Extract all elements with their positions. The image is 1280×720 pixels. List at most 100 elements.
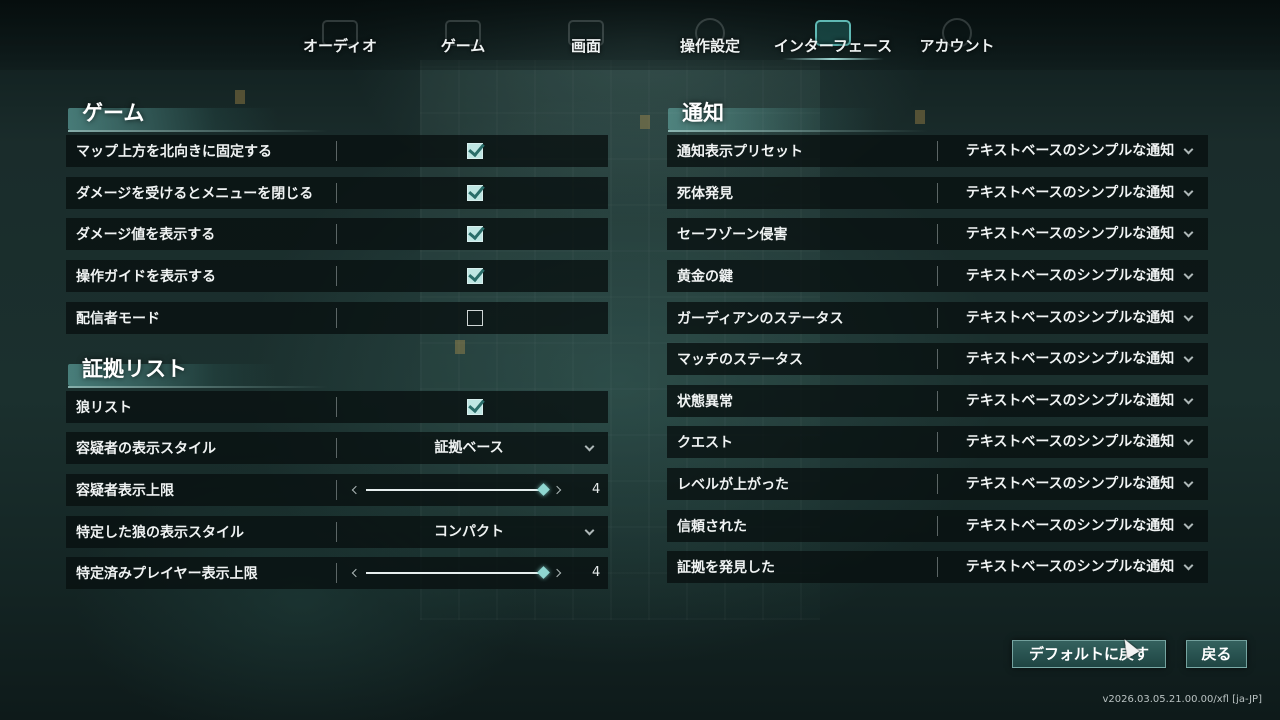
notification-row[interactable]: セーフゾーン侵害 テキストベースのシンプルな通知 bbox=[667, 218, 1208, 250]
chevron-down-icon[interactable] bbox=[1183, 269, 1194, 280]
back-button[interactable]: 戻る bbox=[1186, 640, 1247, 668]
setting-label: マッチのステータス bbox=[677, 352, 803, 368]
setting-label: レベルが上がった bbox=[677, 477, 789, 493]
divider bbox=[937, 474, 938, 494]
slider-thumb[interactable] bbox=[537, 483, 550, 496]
tab-game[interactable]: ゲーム bbox=[403, 0, 523, 64]
slider-thumb[interactable] bbox=[537, 566, 550, 579]
divider bbox=[336, 141, 337, 161]
dropdown-value[interactable]: テキストベースのシンプルな通知 bbox=[957, 468, 1183, 500]
dropdown-value[interactable]: テキストベースのシンプルな通知 bbox=[957, 260, 1183, 292]
setting-row[interactable]: 特定済みプレイヤー表示上限 4 bbox=[66, 557, 608, 589]
slider-track[interactable] bbox=[366, 489, 544, 491]
setting-label: ダメージを受けるとメニューを閉じる bbox=[76, 186, 314, 202]
checkbox[interactable] bbox=[467, 143, 483, 159]
chevron-down-icon[interactable] bbox=[1183, 144, 1194, 155]
setting-row[interactable]: ダメージ値を表示する bbox=[66, 218, 608, 250]
setting-label: 操作ガイドを表示する bbox=[76, 269, 216, 285]
setting-row[interactable]: 操作ガイドを表示する bbox=[66, 260, 608, 292]
chevron-down-icon[interactable] bbox=[1183, 477, 1194, 488]
dropdown-value[interactable]: テキストベースのシンプルな通知 bbox=[957, 426, 1183, 458]
setting-label: 特定した狼の表示スタイル bbox=[76, 525, 244, 541]
background-window bbox=[640, 115, 650, 129]
setting-label: 狼リスト bbox=[76, 400, 132, 416]
divider bbox=[937, 432, 938, 452]
chevron-left-icon[interactable] bbox=[351, 485, 361, 495]
chevron-right-icon[interactable] bbox=[552, 485, 562, 495]
setting-label: 証拠を発見した bbox=[677, 560, 775, 576]
chevron-down-icon[interactable] bbox=[584, 525, 595, 536]
slider-value: 4 bbox=[592, 565, 601, 580]
chevron-left-icon[interactable] bbox=[351, 568, 361, 578]
dropdown-value[interactable]: テキストベースのシンプルな通知 bbox=[957, 218, 1183, 250]
checkbox[interactable] bbox=[467, 185, 483, 201]
dropdown-value[interactable]: テキストベースのシンプルな通知 bbox=[957, 510, 1183, 542]
setting-row[interactable]: 容疑者表示上限 4 bbox=[66, 474, 608, 506]
tab-label: ゲーム bbox=[440, 37, 486, 55]
setting-label: セーフゾーン侵害 bbox=[677, 227, 788, 243]
divider bbox=[336, 397, 337, 417]
tab-label: インターフェース bbox=[773, 37, 893, 55]
setting-row[interactable]: 配信者モード bbox=[66, 302, 608, 334]
notification-row[interactable]: 証拠を発見した テキストベースのシンプルな通知 bbox=[667, 551, 1208, 583]
notification-row[interactable]: 通知表示プリセット テキストベースのシンプルな通知 bbox=[667, 135, 1208, 167]
chevron-down-icon[interactable] bbox=[1183, 186, 1194, 197]
tab-label: アカウント bbox=[919, 37, 995, 55]
tab-display[interactable]: 画面 bbox=[526, 0, 646, 64]
setting-row[interactable]: 狼リスト bbox=[66, 391, 608, 423]
chevron-down-icon[interactable] bbox=[1183, 227, 1194, 238]
setting-label: 配信者モード bbox=[76, 311, 160, 327]
chevron-down-icon[interactable] bbox=[1183, 519, 1194, 530]
divider bbox=[336, 224, 337, 244]
setting-row[interactable]: マップ上方を北向きに固定する bbox=[66, 135, 608, 167]
dropdown-value[interactable]: テキストベースのシンプルな通知 bbox=[957, 551, 1183, 583]
tab-label: オーディオ bbox=[303, 37, 377, 55]
section-title-notifications: 通知 bbox=[668, 96, 928, 132]
dropdown-value[interactable]: 証拠ベース bbox=[366, 432, 572, 464]
chevron-down-icon[interactable] bbox=[1183, 394, 1194, 405]
dropdown-value[interactable]: テキストベースのシンプルな通知 bbox=[957, 135, 1183, 167]
divider bbox=[937, 557, 938, 577]
dropdown-value[interactable]: テキストベースのシンプルな通知 bbox=[957, 385, 1183, 417]
divider bbox=[336, 522, 337, 542]
checkbox[interactable] bbox=[467, 226, 483, 242]
notification-row[interactable]: ガーディアンのステータス テキストベースのシンプルな通知 bbox=[667, 302, 1208, 334]
setting-label: 死体発見 bbox=[677, 186, 733, 202]
chevron-down-icon[interactable] bbox=[1183, 311, 1194, 322]
setting-label: 状態異常 bbox=[677, 394, 733, 410]
setting-row[interactable]: 特定した狼の表示スタイル コンパクト bbox=[66, 516, 608, 548]
chevron-down-icon[interactable] bbox=[584, 441, 595, 452]
reset-defaults-button[interactable]: デフォルトに戻す bbox=[1012, 640, 1166, 668]
dropdown-value[interactable]: テキストベースのシンプルな通知 bbox=[957, 302, 1183, 334]
checkbox[interactable] bbox=[467, 268, 483, 284]
notification-row[interactable]: 信頼された テキストベースのシンプルな通知 bbox=[667, 510, 1208, 542]
tab-account[interactable]: アカウント bbox=[897, 0, 1017, 64]
checkbox[interactable] bbox=[467, 399, 483, 415]
setting-row[interactable]: 容疑者の表示スタイル 証拠ベース bbox=[66, 432, 608, 464]
chevron-right-icon[interactable] bbox=[552, 568, 562, 578]
dropdown-value[interactable]: テキストベースのシンプルな通知 bbox=[957, 177, 1183, 209]
notification-row[interactable]: レベルが上がった テキストベースのシンプルな通知 bbox=[667, 468, 1208, 500]
divider bbox=[937, 516, 938, 536]
divider bbox=[937, 349, 938, 369]
tab-audio[interactable]: オーディオ bbox=[280, 0, 400, 64]
dropdown-value[interactable]: テキストベースのシンプルな通知 bbox=[957, 343, 1183, 375]
divider bbox=[937, 183, 938, 203]
setting-row[interactable]: ダメージを受けるとメニューを閉じる bbox=[66, 177, 608, 209]
notification-row[interactable]: 黄金の鍵 テキストベースのシンプルな通知 bbox=[667, 260, 1208, 292]
notification-row[interactable]: 状態異常 テキストベースのシンプルな通知 bbox=[667, 385, 1208, 417]
chevron-down-icon[interactable] bbox=[1183, 352, 1194, 363]
tab-controls[interactable]: 操作設定 bbox=[650, 0, 770, 64]
chevron-down-icon[interactable] bbox=[1183, 435, 1194, 446]
slider-track[interactable] bbox=[366, 572, 544, 574]
notification-row[interactable]: クエスト テキストベースのシンプルな通知 bbox=[667, 426, 1208, 458]
dropdown-value[interactable]: コンパクト bbox=[366, 516, 572, 548]
checkbox[interactable] bbox=[467, 310, 483, 326]
section-title-game: ゲーム bbox=[68, 96, 330, 132]
chevron-down-icon[interactable] bbox=[1183, 560, 1194, 571]
tab-interface[interactable]: インターフェース bbox=[772, 0, 894, 64]
notification-row[interactable]: 死体発見 テキストベースのシンプルな通知 bbox=[667, 177, 1208, 209]
notification-row[interactable]: マッチのステータス テキストベースのシンプルな通知 bbox=[667, 343, 1208, 375]
divider bbox=[336, 563, 337, 583]
setting-label: 容疑者表示上限 bbox=[76, 483, 174, 499]
